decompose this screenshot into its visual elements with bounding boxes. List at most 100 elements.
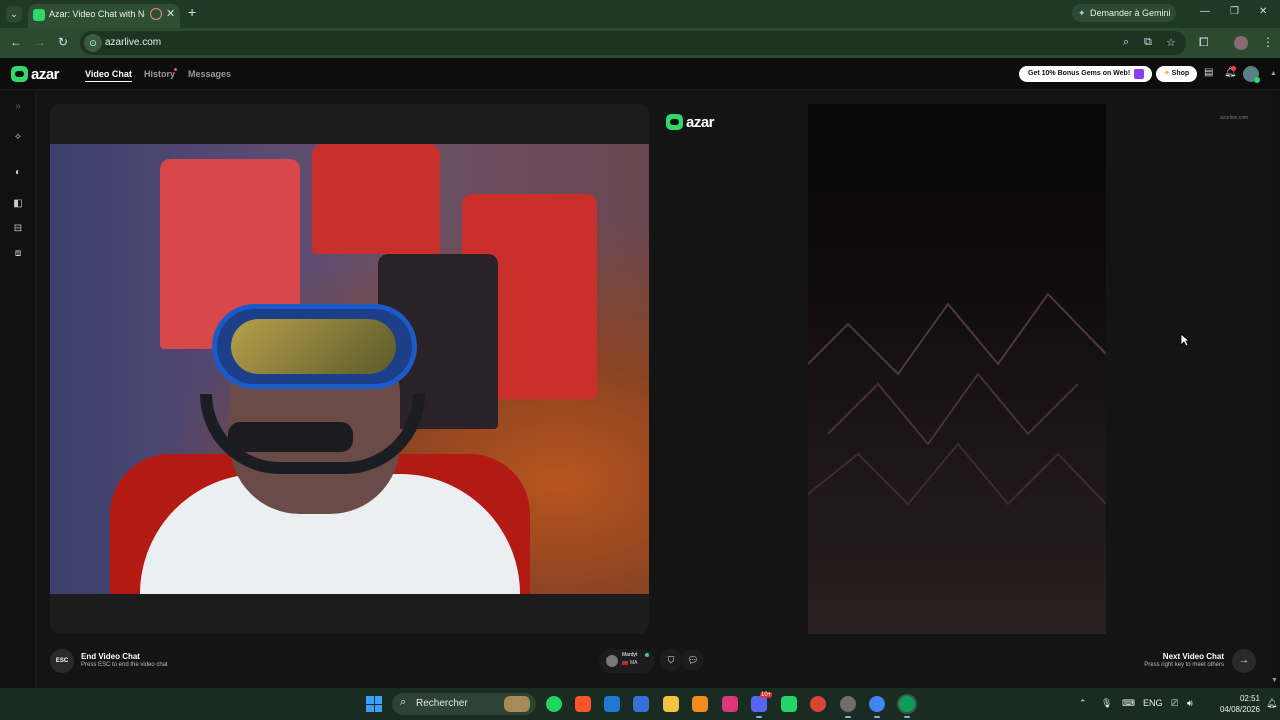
bonus-gems-label: Get 10% Bonus Gems on Web! <box>1028 70 1131 77</box>
left-toolbar: » ✧ ◐ ◧ ⊟ ⧈ <box>0 91 36 688</box>
shop-button[interactable]: ✦ Shop <box>1156 66 1197 82</box>
nav-video-chat[interactable]: Video Chat <box>85 69 132 82</box>
zoom-icon[interactable]: ⌕ <box>1123 36 1129 49</box>
dim-fabric-pattern <box>808 292 1106 506</box>
url-text: azarlive.com <box>105 37 162 48</box>
filter-icon[interactable]: ◐ <box>10 167 26 178</box>
next-chat-arrow-icon[interactable]: → <box>1232 649 1256 673</box>
search-label: Rechercher <box>416 698 468 709</box>
microphone-icon[interactable]: 🎙︎ <box>1101 698 1112 709</box>
hanging-shirt-top <box>312 144 440 254</box>
profile-avatar[interactable] <box>1234 36 1248 50</box>
network-icon[interactable]: ⎚ <box>1171 698 1178 709</box>
bonus-gems-button[interactable]: Get 10% Bonus Gems on Web! <box>1019 66 1152 82</box>
user-avatar[interactable] <box>1243 66 1260 83</box>
expand-sidebar-icon[interactable]: » <box>10 101 26 112</box>
report-shield-icon[interactable]: ⛉ <box>660 649 682 671</box>
azar-logo-icon <box>666 114 683 130</box>
browser-toolbar: ← → ↻ ⊙ azarlive.com ⌕ ⧉ ☆ ⧠ ⋮ <box>0 28 1280 58</box>
taskbar-search[interactable]: ⌕ Rechercher <box>392 693 536 715</box>
gemini-button[interactable]: ✦ Demander à Gemini <box>1072 4 1176 22</box>
reload-icon[interactable]: ↻ <box>58 35 68 49</box>
partner-country: MA <box>630 660 638 666</box>
partner-name: Mardyt <box>622 652 638 658</box>
language-indicator[interactable]: ENG <box>1143 698 1163 708</box>
tab-search-button[interactable]: ⌄ <box>6 6 22 22</box>
azar-logo[interactable]: azar <box>11 66 60 83</box>
back-icon[interactable]: ← <box>10 35 22 49</box>
minimize-icon[interactable]: — <box>1200 6 1210 17</box>
stream-watermark: azarlive.com <box>1220 115 1249 121</box>
taskbar-clock[interactable]: 02:51 04/08/2026 <box>1200 693 1260 715</box>
volume-icon[interactable]: 🔊︎ <box>1187 698 1193 709</box>
azar-logo-icon <box>11 66 28 82</box>
azar-stage-logo: azar <box>666 114 715 131</box>
brave-icon[interactable] <box>575 696 591 712</box>
page-scrollbar[interactable] <box>1272 91 1280 688</box>
install-app-icon[interactable]: ⧉ <box>1144 36 1152 49</box>
store-icon[interactable] <box>633 696 649 712</box>
my-camera-feed <box>50 144 649 594</box>
online-indicator <box>645 653 649 657</box>
site-info-icon[interactable]: ⊙ <box>84 34 102 52</box>
scroll-up-icon[interactable]: ▲ <box>1270 70 1277 77</box>
chat-bubble-icon[interactable]: 💬︎ <box>682 649 704 671</box>
end-chat-title: End Video Chat <box>81 652 140 661</box>
discord-icon[interactable]: 10+ <box>751 692 773 718</box>
browser-tab-azar[interactable]: Azar: Video Chat with New ✕ <box>28 4 180 28</box>
defender-icon[interactable] <box>604 696 620 712</box>
keyboard-icon[interactable]: ⌨ <box>1122 698 1135 709</box>
shop-label: Shop <box>1171 70 1190 77</box>
show-hidden-icons[interactable]: ⌃ <box>1079 698 1087 709</box>
file-explorer-icon[interactable] <box>663 696 679 712</box>
spotify-icon[interactable] <box>546 696 562 712</box>
vlc-icon[interactable] <box>692 696 708 712</box>
end-chat-button[interactable]: ESC <box>50 649 74 673</box>
clock-time: 02:51 <box>1239 694 1260 703</box>
history-badge <box>174 68 177 71</box>
notification-center-icon[interactable]: 🔔︎ <box>1266 698 1277 709</box>
extensions-icon[interactable]: ⧠ <box>1199 35 1209 50</box>
close-tab-icon[interactable]: ✕ <box>166 7 175 20</box>
close-window-icon[interactable]: ✕ <box>1259 6 1267 17</box>
chrome-profile-2-icon[interactable] <box>840 696 856 718</box>
new-tab-icon[interactable]: + <box>188 4 196 20</box>
next-chat-title: Next Video Chat <box>1162 652 1224 661</box>
chrome-active-icon[interactable] <box>899 696 915 718</box>
layout-side-by-side-icon[interactable]: ◧ <box>10 198 26 209</box>
effects-wand-icon[interactable]: ✧ <box>10 132 26 143</box>
nav-history[interactable]: History <box>144 69 175 79</box>
partner-avatar <box>606 655 618 667</box>
my-video-panel <box>50 104 649 634</box>
app-header: azar Video Chat History Messages Get 10%… <box>0 58 1280 90</box>
end-chat-hint: Press ESC to end the video chat <box>81 662 168 668</box>
video-chat-stage: azar azarlive.com ESC End Video Chat Pre… <box>36 91 1272 688</box>
search-icon: ⌕ <box>400 696 407 708</box>
browser-menu-icon[interactable]: ⋮ <box>1262 35 1274 49</box>
windows-start-icon[interactable] <box>366 696 382 712</box>
address-bar[interactable]: ⊙ azarlive.com ⌕ ⧉ ☆ <box>80 31 1186 55</box>
whatsapp-icon[interactable] <box>781 696 797 712</box>
tab-title: Azar: Video Chat with New <box>49 9 145 19</box>
chrome-profile-3-icon[interactable] <box>869 696 885 718</box>
nav-messages[interactable]: Messages <box>188 69 231 79</box>
goggle-lens <box>231 319 396 374</box>
instagram-icon[interactable] <box>722 696 738 712</box>
inbox-icon[interactable]: ▤ <box>1204 67 1213 78</box>
ski-goggles <box>212 304 417 389</box>
partner-profile-pill[interactable]: Mardyt MA <box>599 649 655 673</box>
layout-stacked-icon[interactable]: ⊟ <box>10 223 26 234</box>
notification-badge <box>1231 66 1236 71</box>
browser-titlebar: ⌄ Azar: Video Chat with New ✕ + ✦ Demand… <box>0 0 1280 28</box>
gemini-label: Demander à Gemini <box>1090 8 1171 18</box>
azar-favicon-icon <box>33 9 45 21</box>
layout-pip-icon[interactable]: ⧈ <box>10 248 26 259</box>
recording-indicator-icon <box>150 8 162 20</box>
restore-icon[interactable]: ❐ <box>1230 6 1239 17</box>
chrome-icon[interactable] <box>810 696 826 712</box>
bookmark-star-icon[interactable]: ☆ <box>1166 36 1176 49</box>
windows-taskbar: ⌕ Rechercher 10+ ⌃ 🎙︎ ⌨ ENG ⎚ 🔊︎ 02:51 0… <box>0 688 1280 720</box>
scroll-down-icon[interactable]: ▼ <box>1271 677 1278 684</box>
clock-date: 04/08/2026 <box>1219 705 1260 714</box>
forward-icon[interactable]: → <box>34 35 46 49</box>
